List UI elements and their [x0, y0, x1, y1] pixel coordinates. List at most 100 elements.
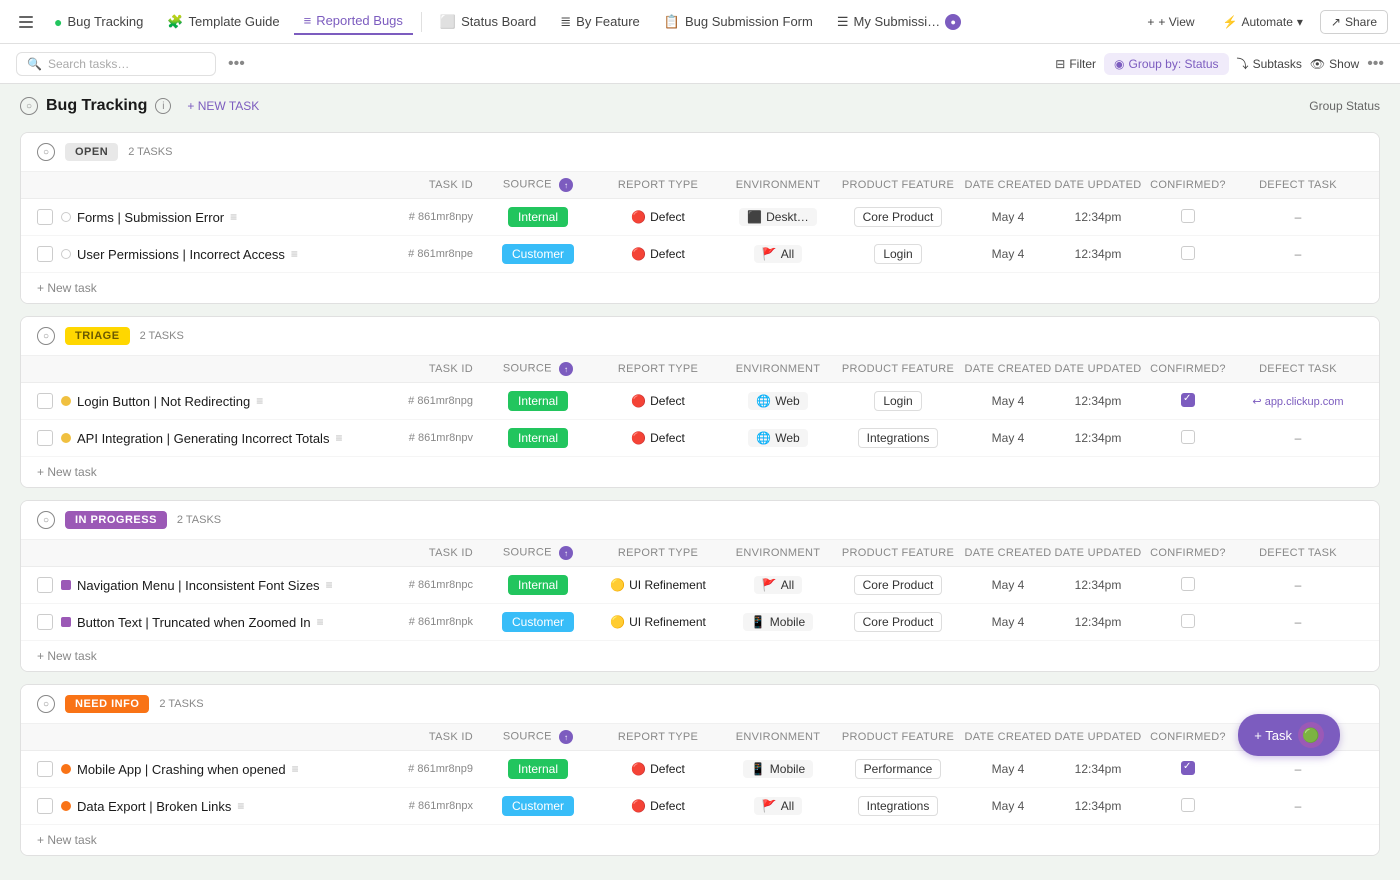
task-id-cell: # 861mr8npy — [383, 211, 483, 223]
task-name-text[interactable]: Data Export | Broken Links — [77, 799, 231, 814]
filter-button[interactable]: ⊟ Filter — [1055, 57, 1096, 71]
task-name-text[interactable]: Login Button | Not Redirecting — [77, 394, 250, 409]
subtasks-button[interactable]: ⤵ Subtasks — [1237, 55, 1302, 72]
task-name-cell: API Integration | Generating Incorrect T… — [77, 431, 383, 446]
in-progress-collapse-icon[interactable]: ○ — [37, 511, 55, 529]
tab-reported-bugs[interactable]: ≡ Reported Bugs — [294, 8, 413, 35]
triage-collapse-icon[interactable]: ○ — [37, 327, 55, 345]
confirmed-checkbox[interactable] — [1181, 614, 1195, 628]
task-checkbox[interactable] — [37, 798, 53, 814]
in-progress-col-headers: TASK ID SOURCE ↑ REPORT TYPE ENVIRONMENT… — [21, 540, 1379, 567]
view-button[interactable]: + + View — [1136, 10, 1205, 34]
info-icon[interactable]: i — [155, 98, 171, 114]
env-badge: 🚩 All — [754, 797, 802, 815]
my-icon: ☰ — [837, 14, 849, 30]
share-button[interactable]: ↗ Share — [1320, 10, 1388, 34]
new-task-row[interactable]: + New task — [21, 273, 1379, 303]
task-checkbox[interactable] — [37, 246, 53, 262]
defect-link[interactable]: ↩ app.clickup.com — [1252, 396, 1343, 408]
priority-dot — [61, 396, 71, 406]
toolbar-overflow-button[interactable]: ••• — [1367, 55, 1384, 73]
tab-template-guide[interactable]: 🧩 Template Guide — [157, 9, 289, 35]
task-name-text[interactable]: API Integration | Generating Incorrect T… — [77, 431, 329, 446]
confirmed-checkbox[interactable] — [1181, 761, 1195, 775]
report-type-cell: 🔴 Defect — [593, 247, 723, 261]
new-task-row[interactable]: + New task — [21, 825, 1379, 855]
source-badge: Internal — [508, 575, 568, 595]
task-details-icon[interactable]: ≡ — [326, 578, 333, 592]
group-by-icon: ◉ — [1114, 57, 1124, 71]
confirmed-checkbox[interactable] — [1181, 577, 1195, 591]
confirmed-checkbox[interactable] — [1181, 246, 1195, 260]
task-name-text[interactable]: Button Text | Truncated when Zoomed In — [77, 615, 311, 630]
open-col-headers: TASK ID SOURCE ↑ REPORT TYPE ENVIRONMENT… — [21, 172, 1379, 199]
new-task-row[interactable]: + New task — [21, 457, 1379, 487]
need-info-status-badge: NEED INFO — [65, 695, 149, 713]
new-task-button[interactable]: + NEW TASK — [179, 96, 267, 116]
group-triage-header: ○ TRIAGE 2 TASKS — [21, 317, 1379, 356]
tab-my-submission-label: My Submissi… — [854, 14, 941, 29]
green-circle-icon: ● — [54, 14, 62, 30]
env-badge: 🌐 Web — [748, 429, 807, 447]
col-confirmed-header: CONFIRMED? — [1143, 179, 1233, 191]
confirmed-checkbox[interactable] — [1181, 430, 1195, 444]
task-id-cell: # 861mr8npc — [383, 579, 483, 591]
source-cell: Internal — [483, 759, 593, 779]
source-cell: Internal — [483, 207, 593, 227]
tab-status-board-label: Status Board — [461, 14, 536, 29]
add-task-fab[interactable]: + Task 🟢 — [1238, 714, 1340, 756]
sidebar-toggle[interactable] — [12, 8, 40, 36]
tab-by-feature[interactable]: ≣ By Feature — [550, 9, 650, 35]
task-details-icon[interactable]: ≡ — [256, 394, 263, 408]
task-checkbox[interactable] — [37, 577, 53, 593]
toolbar: 🔍 Search tasks… ••• ⊟ Filter ◉ Group by:… — [0, 44, 1400, 84]
priority-dot — [61, 433, 71, 443]
product-badge: Login — [874, 391, 921, 411]
task-details-icon[interactable]: ≡ — [317, 615, 324, 629]
task-checkbox[interactable] — [37, 430, 53, 446]
task-details-icon[interactable]: ≡ — [230, 210, 237, 224]
priority-dot — [61, 801, 71, 811]
toolbar-more-button[interactable]: ••• — [228, 55, 245, 73]
confirmed-checkbox[interactable] — [1181, 798, 1195, 812]
task-name-text[interactable]: Mobile App | Crashing when opened — [77, 762, 286, 777]
confirmed-checkbox[interactable] — [1181, 393, 1195, 407]
collapse-button[interactable]: ○ — [20, 97, 38, 115]
task-name-text[interactable]: Navigation Menu | Inconsistent Font Size… — [77, 578, 320, 593]
tab-template-guide-label: Template Guide — [189, 14, 280, 29]
tab-my-submission[interactable]: ☰ My Submissi… ● — [827, 9, 971, 35]
task-name-text[interactable]: Forms | Submission Error — [77, 210, 224, 225]
show-button[interactable]: 👁 Show — [1310, 57, 1359, 71]
table-row: Navigation Menu | Inconsistent Font Size… — [21, 567, 1379, 604]
task-name-cell: Navigation Menu | Inconsistent Font Size… — [77, 578, 383, 593]
task-checkbox[interactable] — [37, 209, 53, 225]
task-checkbox[interactable] — [37, 761, 53, 777]
open-collapse-icon[interactable]: ○ — [37, 143, 55, 161]
tab-bug-submission[interactable]: 📋 Bug Submission Form — [654, 9, 823, 35]
col-date-created-header: DATE CREATED — [963, 179, 1053, 191]
group-status-label: Group Status — [1309, 99, 1380, 113]
confirmed-checkbox[interactable] — [1181, 209, 1195, 223]
search-box[interactable]: 🔍 Search tasks… — [16, 52, 216, 76]
need-info-collapse-icon[interactable]: ○ — [37, 695, 55, 713]
date-created-cell: May 4 — [963, 799, 1053, 813]
task-details-icon[interactable]: ≡ — [292, 762, 299, 776]
env-cell: 📱 Mobile — [723, 760, 833, 778]
env-icon: 📱 — [751, 762, 766, 776]
feature-icon: ≣ — [560, 14, 571, 30]
tab-bug-tracking[interactable]: ● Bug Tracking — [44, 9, 153, 35]
task-name-text[interactable]: User Permissions | Incorrect Access — [77, 247, 285, 262]
product-badge: Core Product — [854, 612, 943, 632]
task-details-icon[interactable]: ≡ — [237, 799, 244, 813]
task-details-icon[interactable]: ≡ — [291, 247, 298, 261]
automate-button[interactable]: ⚡ Automate ▾ — [1212, 10, 1314, 34]
task-checkbox[interactable] — [37, 393, 53, 409]
defect-task-cell: – — [1233, 762, 1363, 776]
task-checkbox[interactable] — [37, 614, 53, 630]
task-details-icon[interactable]: ≡ — [335, 431, 342, 445]
top-navigation: ● Bug Tracking 🧩 Template Guide ≡ Report… — [0, 0, 1400, 44]
filter-label: Filter — [1069, 57, 1096, 71]
group-by-button[interactable]: ◉ Group by: Status — [1104, 53, 1229, 75]
new-task-row[interactable]: + New task — [21, 641, 1379, 671]
tab-status-board[interactable]: ⬜ Status Board — [430, 9, 546, 35]
